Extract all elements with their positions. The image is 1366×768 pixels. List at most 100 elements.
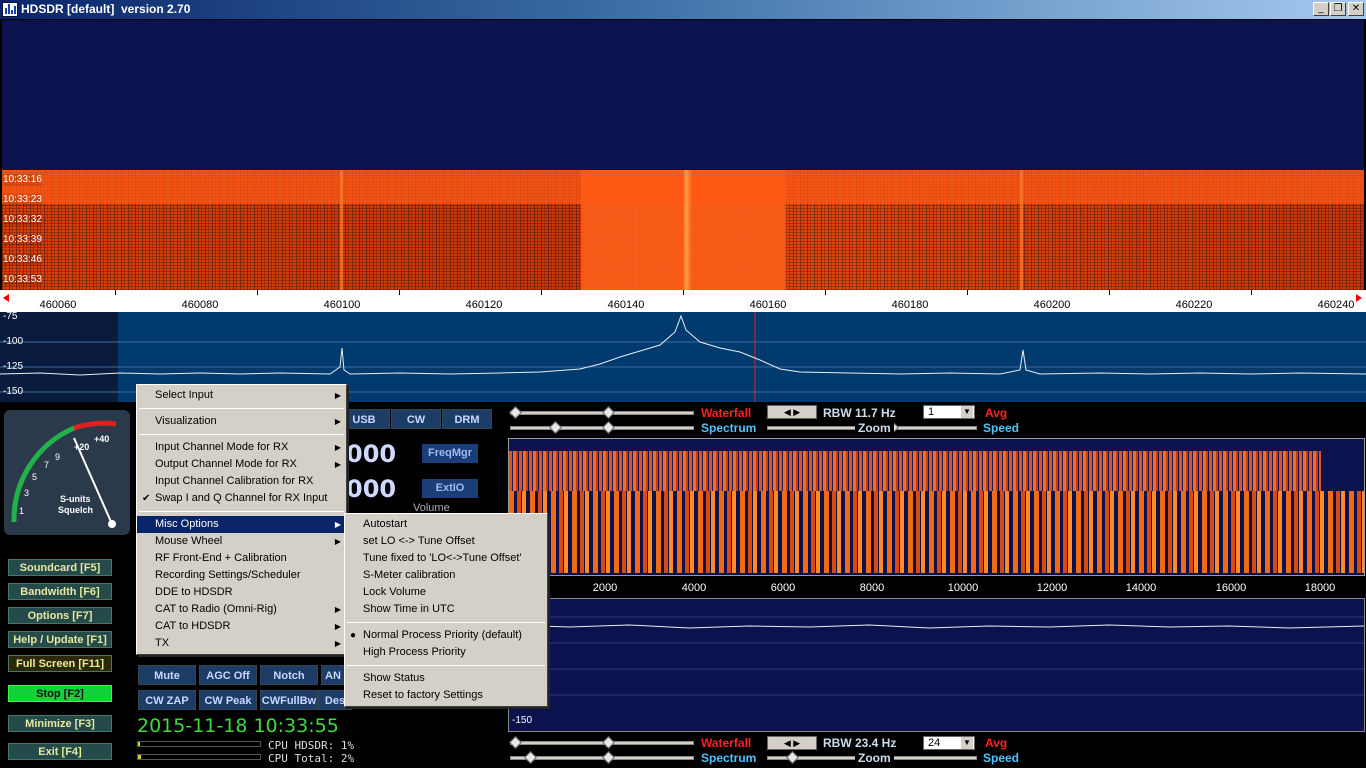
date-time-display: 2015-11-18 10:33:55: [137, 715, 339, 737]
audio-spectrum[interactable]: -150: [508, 598, 1365, 732]
stop-button[interactable]: Stop [F2]: [8, 685, 112, 702]
s-scale-5: 5: [32, 472, 38, 482]
exit-button[interactable]: Exit [F4]: [8, 743, 112, 760]
options-menu[interactable]: Select Input ▶ Visualization ▶ Input Chann…: [136, 384, 347, 655]
spectrum-contrast-slider[interactable]: [510, 421, 694, 434]
full-screen-button[interactable]: Full Screen [F11]: [8, 655, 112, 672]
menu-item-label: CAT to HDSDR: [155, 620, 231, 632]
audio-waterfall-contrast-slider[interactable]: [509, 736, 694, 749]
menu-item-select-input[interactable]: Select Input ▶: [137, 387, 346, 404]
menu-item-normal-priority[interactable]: ● Normal Process Priority (default): [345, 627, 547, 644]
bandwidth-button[interactable]: Bandwidth [F6]: [8, 583, 112, 600]
restore-window-button[interactable]: ❐: [1330, 2, 1346, 16]
cpu-total-bar: [137, 754, 261, 760]
close-window-button[interactable]: ✕: [1348, 2, 1364, 16]
frequency-scale[interactable]: 460060 460080 460100 460120 460140 46016…: [0, 290, 1366, 312]
menu-item-reset-factory[interactable]: Reset to factory Settings: [345, 687, 547, 704]
minimize-button[interactable]: Minimize [F3]: [8, 715, 112, 732]
menu-item-label: Show Time in UTC: [363, 603, 455, 615]
an-button[interactable]: AN: [321, 665, 345, 685]
menu-item-tune-fixed[interactable]: Tune fixed to 'LO<->Tune Offset': [345, 550, 547, 567]
menu-item-high-priority[interactable]: High Process Priority: [345, 644, 547, 661]
audio-heat-top: [509, 451, 1321, 491]
menu-item-set-lo-tune-offset[interactable]: set LO <-> Tune Offset: [345, 533, 547, 550]
mute-button[interactable]: Mute: [138, 665, 196, 685]
scroll-left-arrow-icon[interactable]: [3, 294, 9, 302]
menu-item-label: Show Status: [363, 672, 425, 684]
submenu-arrow-icon: ▶: [334, 443, 341, 452]
audio-spectrum-contrast-slider[interactable]: [510, 751, 694, 764]
submenu-arrow-icon: ▶: [334, 537, 341, 546]
menu-item-dde[interactable]: DDE to HDSDR: [137, 584, 346, 601]
menu-item-label: Reset to factory Settings: [363, 689, 483, 701]
audio-frequency-scale[interactable]: 2000 4000 6000 8000 10000 12000 14000 16…: [508, 578, 1365, 598]
submenu-arrow-icon: ▶: [334, 417, 341, 426]
freq-label: 460240: [1317, 299, 1355, 311]
audio-waterfall[interactable]: [508, 438, 1365, 576]
audio-avg-select[interactable]: 24: [923, 736, 975, 750]
soundcard-button[interactable]: Soundcard [F5]: [8, 559, 112, 576]
menu-separator: [139, 511, 344, 512]
freq-label: 460180: [891, 299, 929, 311]
rbw-arrows[interactable]: ◀ ▶: [767, 405, 817, 419]
mode-drm-button[interactable]: DRM: [442, 409, 492, 429]
options-button[interactable]: Options [F7]: [8, 607, 112, 624]
cw-peak-button[interactable]: CW Peak: [199, 690, 257, 710]
submenu-arrow-icon: ▶: [334, 605, 341, 614]
minimize-window-button[interactable]: _: [1313, 2, 1329, 16]
title-bar[interactable]: HDSDR [default] version 2.70 _ ❐ ✕: [0, 0, 1366, 19]
s-meter[interactable]: 1 3 5 7 9 +20 +40 S-units Squelch: [4, 410, 130, 535]
submenu-arrow-icon: ▶: [334, 460, 341, 469]
menu-item-cat-radio[interactable]: CAT to Radio (Omni-Rig) ▶: [137, 601, 346, 618]
tune-frequency-digits[interactable]: 000: [346, 475, 396, 503]
menu-item-input-channel-mode[interactable]: Input Channel Mode for RX ▶: [137, 439, 346, 456]
menu-item-lock-volume[interactable]: Lock Volume: [345, 584, 547, 601]
lo-frequency-digits[interactable]: 000: [346, 440, 396, 468]
menu-item-label: Normal Process Priority (default): [363, 629, 522, 641]
freq-label: 460120: [465, 299, 503, 311]
checkmark-icon: ✔: [142, 493, 151, 504]
waterfall-timestamp: 10:33:53: [3, 274, 42, 286]
rf-waterfall[interactable]: 10:33:16 10:33:23 10:33:32 10:33:39 10:3…: [2, 20, 1364, 290]
menu-item-label: DDE to HDSDR: [155, 586, 233, 598]
menu-item-autostart[interactable]: Autostart: [345, 516, 547, 533]
scale-tick: [541, 290, 542, 295]
avg-select[interactable]: 1: [923, 405, 975, 419]
mode-cw-button[interactable]: CW: [391, 409, 441, 429]
agc-button[interactable]: AGC Off: [199, 665, 257, 685]
radio-dot-icon: ●: [350, 630, 357, 641]
menu-item-swap-iq[interactable]: ✔ Swap I and Q Channel for RX Input: [137, 490, 346, 507]
menu-item-tx[interactable]: TX ▶: [137, 635, 346, 652]
menu-item-label: Tune fixed to 'LO<->Tune Offset': [363, 552, 522, 564]
menu-item-input-channel-calibration[interactable]: Input Channel Calibration for RX: [137, 473, 346, 490]
menu-item-show-time-utc[interactable]: Show Time in UTC: [345, 601, 547, 618]
menu-item-output-channel-mode[interactable]: Output Channel Mode for RX ▶: [137, 456, 346, 473]
menu-item-visualization[interactable]: Visualization ▶: [137, 413, 346, 430]
menu-item-rf-front-end[interactable]: RF Front-End + Calibration: [137, 550, 346, 567]
audio-rbw-arrows[interactable]: ◀ ▶: [767, 736, 817, 750]
scroll-right-arrow-icon[interactable]: [1356, 294, 1362, 302]
audio-freq-label: 16000: [1215, 582, 1247, 594]
menu-item-smeter-calibration[interactable]: S-Meter calibration: [345, 567, 547, 584]
menu-item-misc-options[interactable]: Misc Options ▶: [137, 516, 346, 533]
misc-options-submenu[interactable]: Autostart set LO <-> Tune Offset Tune fi…: [344, 513, 548, 707]
help-update-button[interactable]: Help / Update [F1]: [8, 631, 112, 648]
menu-item-recording-settings[interactable]: Recording Settings/Scheduler: [137, 567, 346, 584]
cw-zap-button[interactable]: CW ZAP: [138, 690, 196, 710]
cw-fullbw-button[interactable]: CWFullBw: [260, 690, 318, 710]
menu-item-label: Visualization: [155, 415, 217, 427]
waterfall-contrast-slider[interactable]: [509, 406, 694, 419]
extio-button[interactable]: ExtIO: [422, 479, 478, 498]
notch-button[interactable]: Notch: [260, 665, 318, 685]
audio-avg-label: Avg: [985, 736, 1008, 750]
audio-freq-label: 12000: [1036, 582, 1068, 594]
menu-item-cat-hdsdr[interactable]: CAT to HDSDR ▶: [137, 618, 346, 635]
menu-item-show-status[interactable]: Show Status: [345, 670, 547, 687]
menu-item-mouse-wheel[interactable]: Mouse Wheel ▶: [137, 533, 346, 550]
window-title: HDSDR [default] version 2.70: [21, 2, 191, 16]
menu-item-label: Misc Options: [155, 518, 219, 530]
speed-label: Speed: [983, 421, 1020, 435]
freqmgr-button[interactable]: FreqMgr: [422, 444, 478, 463]
scale-tick: [257, 290, 258, 295]
audio-zoom-label: Zoom: [855, 751, 894, 765]
